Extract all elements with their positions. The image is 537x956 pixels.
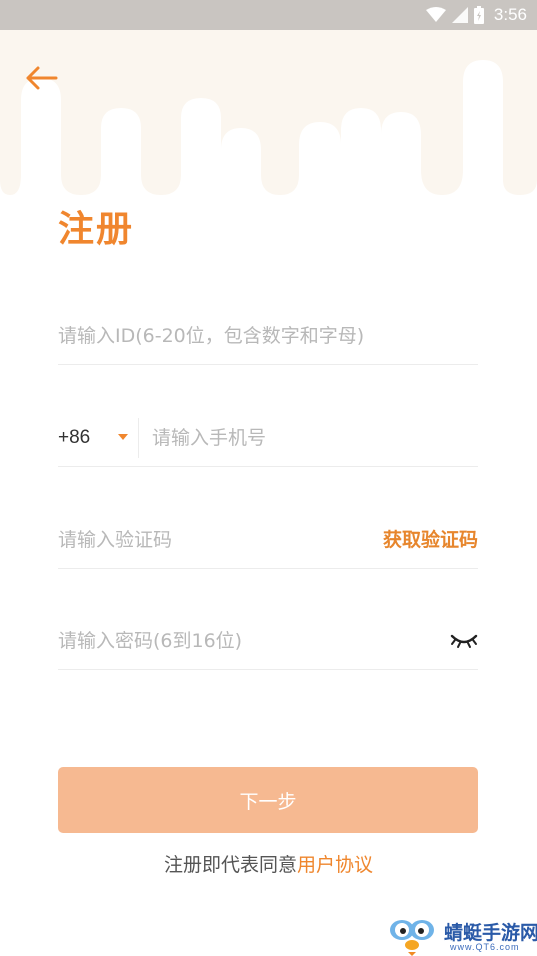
- phone-input[interactable]: [152, 410, 472, 466]
- verification-code-input[interactable]: [58, 512, 358, 568]
- dragonfly-logo-icon: [390, 920, 434, 956]
- agreement-prefix: 注册即代表同意: [163, 854, 297, 876]
- status-time: 3:56: [493, 5, 527, 24]
- password-input[interactable]: [58, 613, 428, 669]
- password-field-row: [58, 613, 478, 670]
- get-code-button[interactable]: 获取验证码: [383, 512, 478, 568]
- id-field-row: [58, 308, 478, 365]
- battery-icon: [473, 6, 484, 24]
- agreement-text: 注册即代表同意用户协议: [0, 850, 537, 877]
- divider: [138, 418, 139, 458]
- cell-signal-icon: [451, 7, 468, 23]
- watermark: 蜻蜓手游网 www.QT6.com: [388, 914, 537, 956]
- watermark-name: 蜻蜓手游网: [444, 922, 537, 944]
- country-code-selector[interactable]: +86: [58, 410, 90, 466]
- status-icons: 3:56: [425, 0, 527, 30]
- wifi-icon: [425, 7, 446, 22]
- user-agreement-link[interactable]: 用户协议: [297, 854, 373, 876]
- header-wave-decoration: [0, 30, 537, 195]
- dropdown-arrow-icon[interactable]: [118, 434, 128, 440]
- page-title: 注册: [58, 209, 135, 250]
- watermark-url: www.QT6.com: [450, 942, 520, 952]
- back-arrow-icon[interactable]: [22, 60, 62, 100]
- code-field-row: 获取验证码: [58, 512, 478, 569]
- next-step-button[interactable]: 下一步: [58, 767, 478, 833]
- eye-closed-icon[interactable]: [450, 630, 478, 650]
- phone-field-row: +86: [58, 410, 478, 467]
- status-bar: 3:56: [0, 0, 537, 30]
- id-input[interactable]: [58, 308, 478, 364]
